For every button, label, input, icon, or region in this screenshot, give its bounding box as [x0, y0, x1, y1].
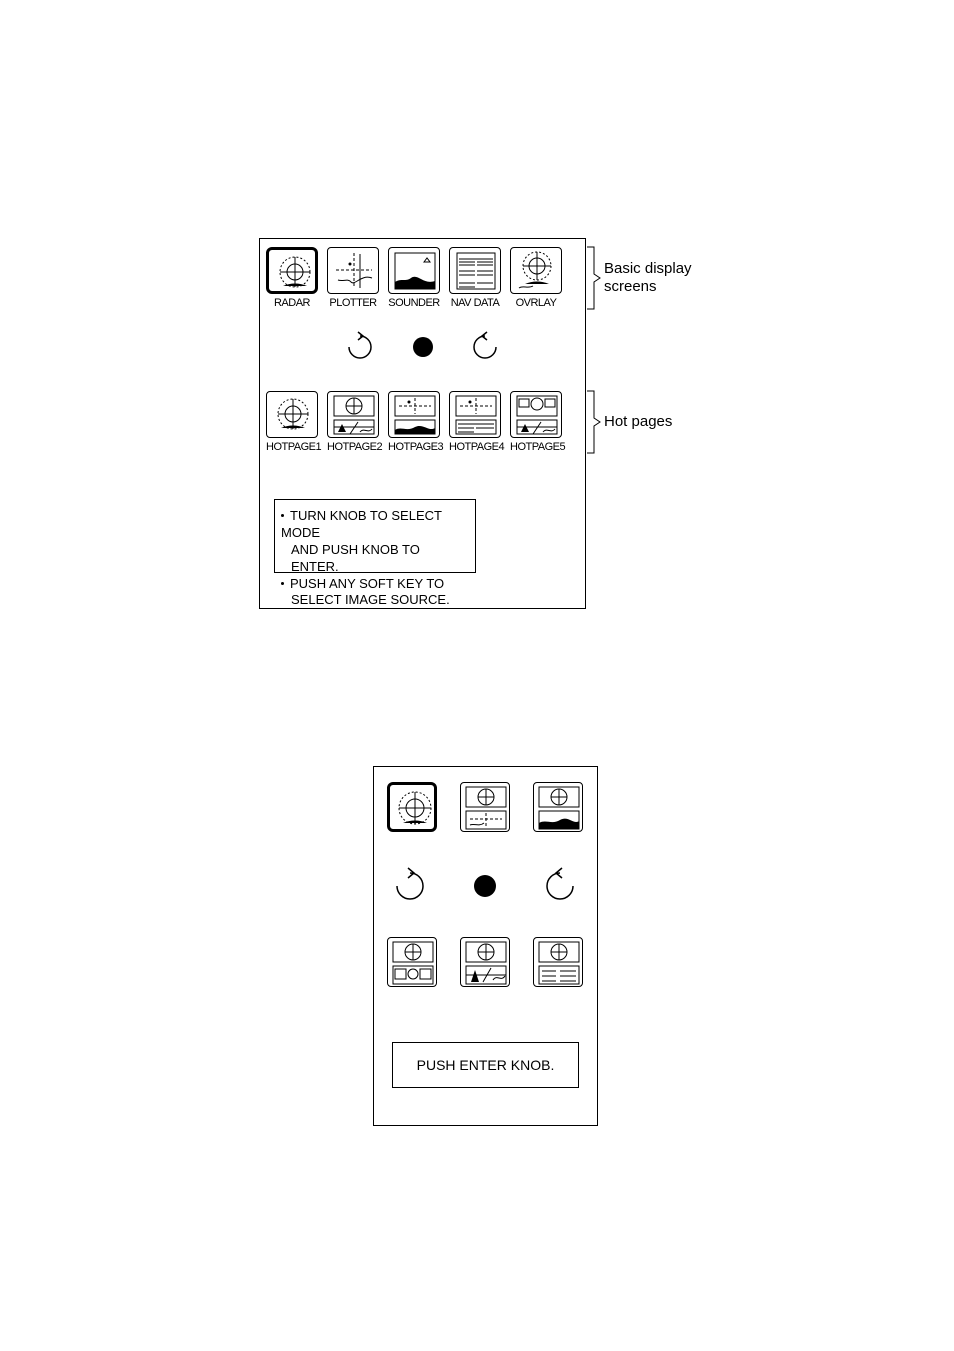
radar-icon [266, 247, 318, 294]
rotate-right-icon [537, 863, 583, 909]
option2-c[interactable] [533, 782, 583, 832]
option2-e[interactable] [460, 937, 510, 987]
hotpage1-icon [266, 391, 318, 438]
side-label-basic: Basic display screens [604, 260, 692, 296]
option-hotpage1[interactable]: HOTPAGE1 [266, 391, 318, 453]
option-label: SOUNDER [388, 298, 440, 309]
option-hotpage4[interactable]: HOTPAGE4 [449, 391, 501, 453]
radar-gauge-icon [460, 937, 510, 987]
sounder-icon [388, 247, 440, 294]
radar-navdata-icon [533, 937, 583, 987]
option-label: HOTPAGE2 [327, 442, 379, 453]
option-radar[interactable]: RADAR [266, 247, 318, 309]
bracket-icon [586, 246, 602, 310]
text: PUSH ANY SOFT KEY TO [290, 576, 444, 591]
option-label: OVRLAY [510, 298, 562, 309]
hotpage2-icon [327, 391, 379, 438]
rotate-left-icon [340, 327, 380, 367]
instruction-line: PUSH ANY SOFT KEY TO [281, 576, 469, 593]
overlay-icon [510, 247, 562, 294]
radar-plotter-icon [460, 782, 510, 832]
plotter-icon [327, 247, 379, 294]
side-label-hot: Hot pages [604, 413, 672, 431]
text: SELECT IMAGE SOURCE. [281, 592, 469, 609]
option2-f[interactable] [533, 937, 583, 987]
bottom-display-screen: PUSH ENTER KNOB. [373, 766, 598, 1126]
push-enter-text: PUSH ENTER KNOB. [417, 1057, 555, 1073]
option-navdata[interactable]: NAV DATA [449, 247, 501, 309]
option-hotpage3[interactable]: HOTPAGE3 [388, 391, 440, 453]
option2-b[interactable] [460, 782, 510, 832]
knob-indicator-row [387, 862, 583, 910]
instruction-box: TURN KNOB TO SELECT MODE AND PUSH KNOB T… [274, 499, 476, 573]
text: AND PUSH KNOB TO ENTER. [281, 542, 469, 576]
option-hotpage2[interactable]: HOTPAGE2 [327, 391, 379, 453]
option-plotter[interactable]: PLOTTER [327, 247, 379, 309]
rotate-left-icon [387, 863, 433, 909]
hotpage3-icon [388, 391, 440, 438]
instruction-line: TURN KNOB TO SELECT MODE [281, 508, 469, 542]
page: RADAR PLOTTER [0, 0, 954, 1351]
option2-a[interactable] [387, 782, 437, 832]
option2-d[interactable] [387, 937, 437, 987]
navdata-icon [449, 247, 501, 294]
option-label: HOTPAGE3 [388, 442, 440, 453]
option-sounder[interactable]: SOUNDER [388, 247, 440, 309]
bracket-icon [586, 390, 602, 454]
text: Basic display [604, 260, 692, 277]
rotate-right-icon [465, 327, 505, 367]
option-label: HOTPAGE1 [266, 442, 318, 453]
option-hotpage5[interactable]: HOTPAGE5 [510, 391, 562, 453]
option-label: HOTPAGE5 [510, 442, 562, 453]
knob-dot-icon [468, 869, 502, 903]
hotpage5-icon [510, 391, 562, 438]
option-ovrlay[interactable]: OVRLAY [510, 247, 562, 309]
top-display-screen: RADAR PLOTTER [259, 238, 586, 609]
knob-indicator-row [340, 327, 505, 367]
text: Hot pages [604, 413, 672, 430]
option-label: NAV DATA [449, 298, 501, 309]
text: screens [604, 278, 657, 295]
radar-quad-icon [387, 937, 437, 987]
radar-icon [387, 782, 437, 832]
option-label: PLOTTER [327, 298, 379, 309]
hotpage4-icon [449, 391, 501, 438]
text: TURN KNOB TO SELECT MODE [281, 508, 442, 540]
radar-sounder-icon [533, 782, 583, 832]
knob-dot-icon [408, 332, 438, 362]
option-label: RADAR [266, 298, 318, 309]
option-label: HOTPAGE4 [449, 442, 501, 453]
push-enter-box: PUSH ENTER KNOB. [392, 1042, 579, 1088]
